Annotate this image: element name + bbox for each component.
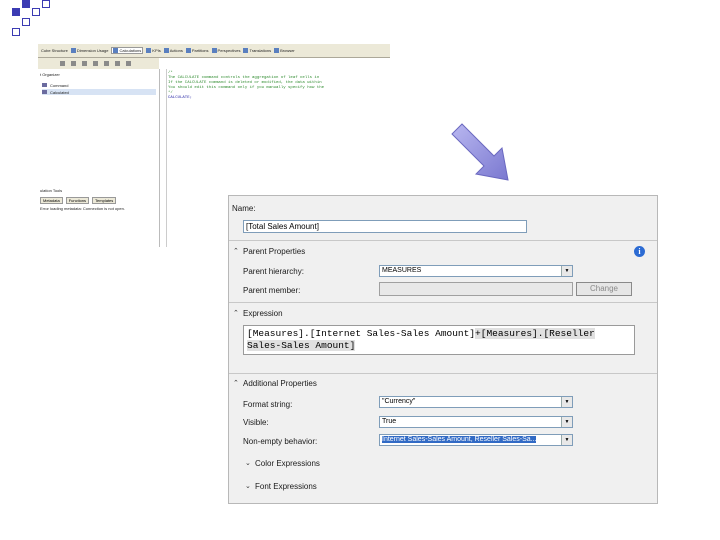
- down-right-arrow-icon: [451, 123, 509, 181]
- divider: [229, 240, 657, 241]
- script-view-icon[interactable]: [126, 61, 131, 66]
- change-button[interactable]: Change: [576, 282, 632, 296]
- script-organizer-title: t Organizer: [40, 72, 60, 77]
- organizer-item-calculated[interactable]: Calculated: [42, 89, 156, 95]
- calculated-member-icon: [42, 90, 47, 94]
- name-label: Name:: [232, 204, 256, 213]
- tab-calculations[interactable]: Calculations: [111, 47, 144, 54]
- tab-functions[interactable]: Functions: [65, 197, 90, 204]
- form-view-icon[interactable]: [115, 61, 120, 66]
- code-line: If the CALCULATE command is deleted or m…: [168, 81, 322, 85]
- square-bullet-icon: [42, 0, 50, 8]
- tab-translations[interactable]: Translations: [243, 48, 271, 53]
- calculation-tools-tabs: Metadata Functions Templates: [40, 197, 117, 204]
- visible-select[interactable]: True ▼: [379, 416, 573, 428]
- calculation-tools-title: ulation Tools: [40, 188, 63, 193]
- collapse-icon[interactable]: ⌃: [233, 379, 239, 387]
- color-expressions-header[interactable]: Color Expressions: [255, 459, 320, 468]
- expand-icon[interactable]: ⌄: [245, 459, 251, 467]
- code-line: You should edit this command only if you…: [168, 86, 325, 90]
- info-icon: i: [634, 246, 645, 257]
- dropdown-arrow-icon: ▼: [561, 435, 572, 445]
- tab-templates[interactable]: Templates: [92, 197, 117, 204]
- perspective-icon: [211, 48, 217, 53]
- browser-icon: [274, 48, 280, 53]
- tab-perspectives[interactable]: Perspectives: [211, 48, 240, 53]
- slide-bullets: [0, 0, 60, 44]
- format-string-select[interactable]: "Currency" ▼: [379, 396, 573, 408]
- square-bullet-icon: [22, 0, 30, 8]
- new-calculation-icon[interactable]: [60, 61, 65, 66]
- parent-member-field: [379, 282, 573, 296]
- additional-properties-header[interactable]: Additional Properties: [243, 379, 317, 388]
- square-bullet-icon: [32, 8, 40, 16]
- tab-partitions[interactable]: Partitions: [185, 48, 209, 53]
- metadata-error-message: Error loading metadata: Connection is no…: [40, 206, 125, 211]
- expression-header[interactable]: Expression: [243, 309, 283, 318]
- square-bullet-icon: [12, 28, 20, 36]
- visible-label: Visible:: [243, 418, 269, 427]
- tab-dimension-usage[interactable]: Dimension Usage: [70, 48, 108, 53]
- code-line: The CALCULATE command controls the aggre…: [168, 76, 320, 80]
- calculator-icon: [113, 48, 119, 53]
- parent-properties-header[interactable]: Parent Properties: [243, 247, 305, 256]
- expand-icon[interactable]: ⌄: [245, 482, 251, 490]
- kpi-icon: [146, 48, 152, 53]
- font-expressions-header[interactable]: Font Expressions: [255, 482, 317, 491]
- square-bullet-icon: [22, 18, 30, 26]
- organizer-item-command[interactable]: Command: [42, 82, 156, 88]
- dropdown-arrow-icon: ▼: [561, 397, 572, 407]
- move-up-icon[interactable]: [93, 61, 98, 66]
- expression-line: Sales-Sales Amount]: [247, 340, 356, 351]
- code-line: */: [168, 91, 173, 95]
- dropdown-arrow-icon: ▼: [561, 417, 572, 427]
- parent-hierarchy-select[interactable]: MEASURES ▼: [379, 265, 573, 277]
- collapse-icon[interactable]: ⌃: [233, 247, 239, 255]
- format-string-label: Format string:: [243, 400, 293, 409]
- dropdown-arrow-icon: ▼: [561, 266, 572, 276]
- calculations-toolbar: [38, 58, 159, 69]
- partition-icon: [185, 48, 191, 53]
- translation-icon: [243, 48, 249, 53]
- parent-hierarchy-label: Parent hierarchy:: [243, 267, 304, 276]
- designer-tab-bar: Cube Structure Dimension Usage Calculati…: [38, 44, 390, 58]
- tab-browser[interactable]: Browser: [274, 48, 295, 53]
- actions-icon: [163, 48, 169, 53]
- tab-actions[interactable]: Actions: [163, 48, 183, 53]
- tab-metadata[interactable]: Metadata: [40, 197, 63, 204]
- tab-kpis[interactable]: KPIs: [146, 48, 161, 53]
- calculated-member-form: Name: [Total Sales Amount] ⌃ Parent Prop…: [228, 195, 658, 504]
- script-organizer-panel: t Organizer Command Calculated ulation T…: [38, 69, 160, 247]
- editor-gutter: [160, 69, 167, 247]
- expression-line: [Measures].[Internet Sales-Sales Amount]…: [247, 328, 595, 339]
- collapse-icon[interactable]: ⌃: [233, 309, 239, 317]
- move-down-icon[interactable]: [104, 61, 109, 66]
- square-bullet-icon: [12, 8, 20, 16]
- script-command-icon: [42, 83, 47, 87]
- parent-member-label: Parent member:: [243, 286, 301, 295]
- code-line: CALCULATE;: [168, 96, 193, 100]
- tab-cube-structure[interactable]: Cube Structure: [41, 48, 68, 53]
- new-named-set-icon[interactable]: [71, 61, 76, 66]
- delete-icon[interactable]: [82, 61, 87, 66]
- code-line: /*: [168, 71, 173, 75]
- divider: [229, 373, 657, 374]
- name-field[interactable]: [Total Sales Amount]: [243, 220, 527, 233]
- dimension-icon: [70, 48, 76, 53]
- non-empty-behavior-select[interactable]: Internet Sales-Sales Amount, Reseller Sa…: [379, 434, 573, 446]
- expression-editor[interactable]: [Measures].[Internet Sales-Sales Amount]…: [243, 325, 635, 355]
- divider: [229, 302, 657, 303]
- non-empty-behavior-label: Non-empty behavior:: [243, 437, 318, 446]
